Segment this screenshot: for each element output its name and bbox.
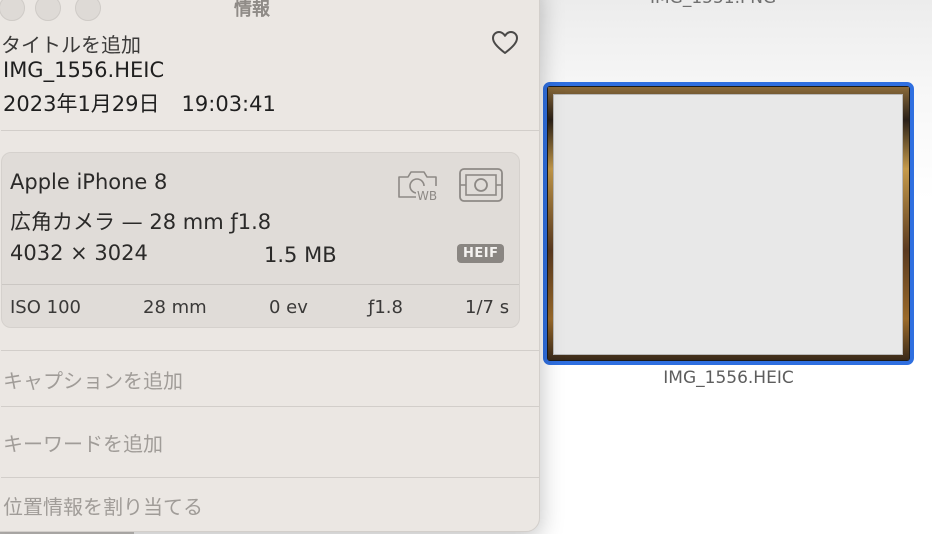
image-dimensions: 4032 × 3024 xyxy=(10,241,148,265)
close-button[interactable] xyxy=(0,0,25,21)
file-size: 1.5 MB xyxy=(264,243,337,267)
thumbnail-caption-top: IMG_1551.PNG xyxy=(650,0,776,8)
selected-photo-thumbnail[interactable] xyxy=(543,82,914,365)
info-panel: 情報 タイトルを追加 IMG_1556.HEIC 2023年1月29日 19:03… xyxy=(0,0,540,532)
divider xyxy=(1,130,539,131)
card-divider xyxy=(2,284,519,285)
exif-exposure: 0 ev xyxy=(269,297,308,318)
keywords-input[interactable]: キーワードを追加 xyxy=(3,428,163,457)
exif-focal-length: 28 mm xyxy=(143,297,207,318)
focus-frame-icon xyxy=(458,167,504,207)
divider xyxy=(1,350,539,351)
exif-aperture: ƒ1.8 xyxy=(368,297,403,318)
camera-info-card: Apple iPhone 8 広角カメラ — 28 mm ƒ1.8 4032 ×… xyxy=(1,152,520,328)
window-title: 情報 xyxy=(234,0,270,20)
format-badge: HEIF xyxy=(457,244,505,263)
camera-device: Apple iPhone 8 xyxy=(10,170,168,194)
photo-placeholder xyxy=(553,94,903,355)
heart-icon[interactable] xyxy=(490,28,520,58)
photo-filename: IMG_1556.HEIC xyxy=(3,58,165,82)
camera-lens: 広角カメラ — 28 mm ƒ1.8 xyxy=(10,210,272,234)
photo-date: 2023年1月29日 xyxy=(3,92,160,116)
thumbnail-caption: IMG_1556.HEIC xyxy=(663,368,794,388)
location-input[interactable]: 位置情報を割り当てる xyxy=(3,491,203,520)
caption-input[interactable]: キャプションを追加 xyxy=(3,365,183,394)
title-input[interactable]: タイトルを追加 xyxy=(1,29,141,58)
divider xyxy=(1,406,539,407)
divider xyxy=(1,477,539,478)
camera-wb-icon: WB xyxy=(396,167,442,207)
photo-time: 19:03:41 xyxy=(181,92,276,116)
svg-text:WB: WB xyxy=(417,189,437,203)
zoom-button[interactable] xyxy=(75,0,101,21)
minimize-button[interactable] xyxy=(35,0,61,21)
exif-iso: ISO 100 xyxy=(10,297,81,318)
photo-datetime: 2023年1月29日 19:03:41 xyxy=(3,88,276,118)
exif-shutter: 1/7 s xyxy=(465,297,510,318)
